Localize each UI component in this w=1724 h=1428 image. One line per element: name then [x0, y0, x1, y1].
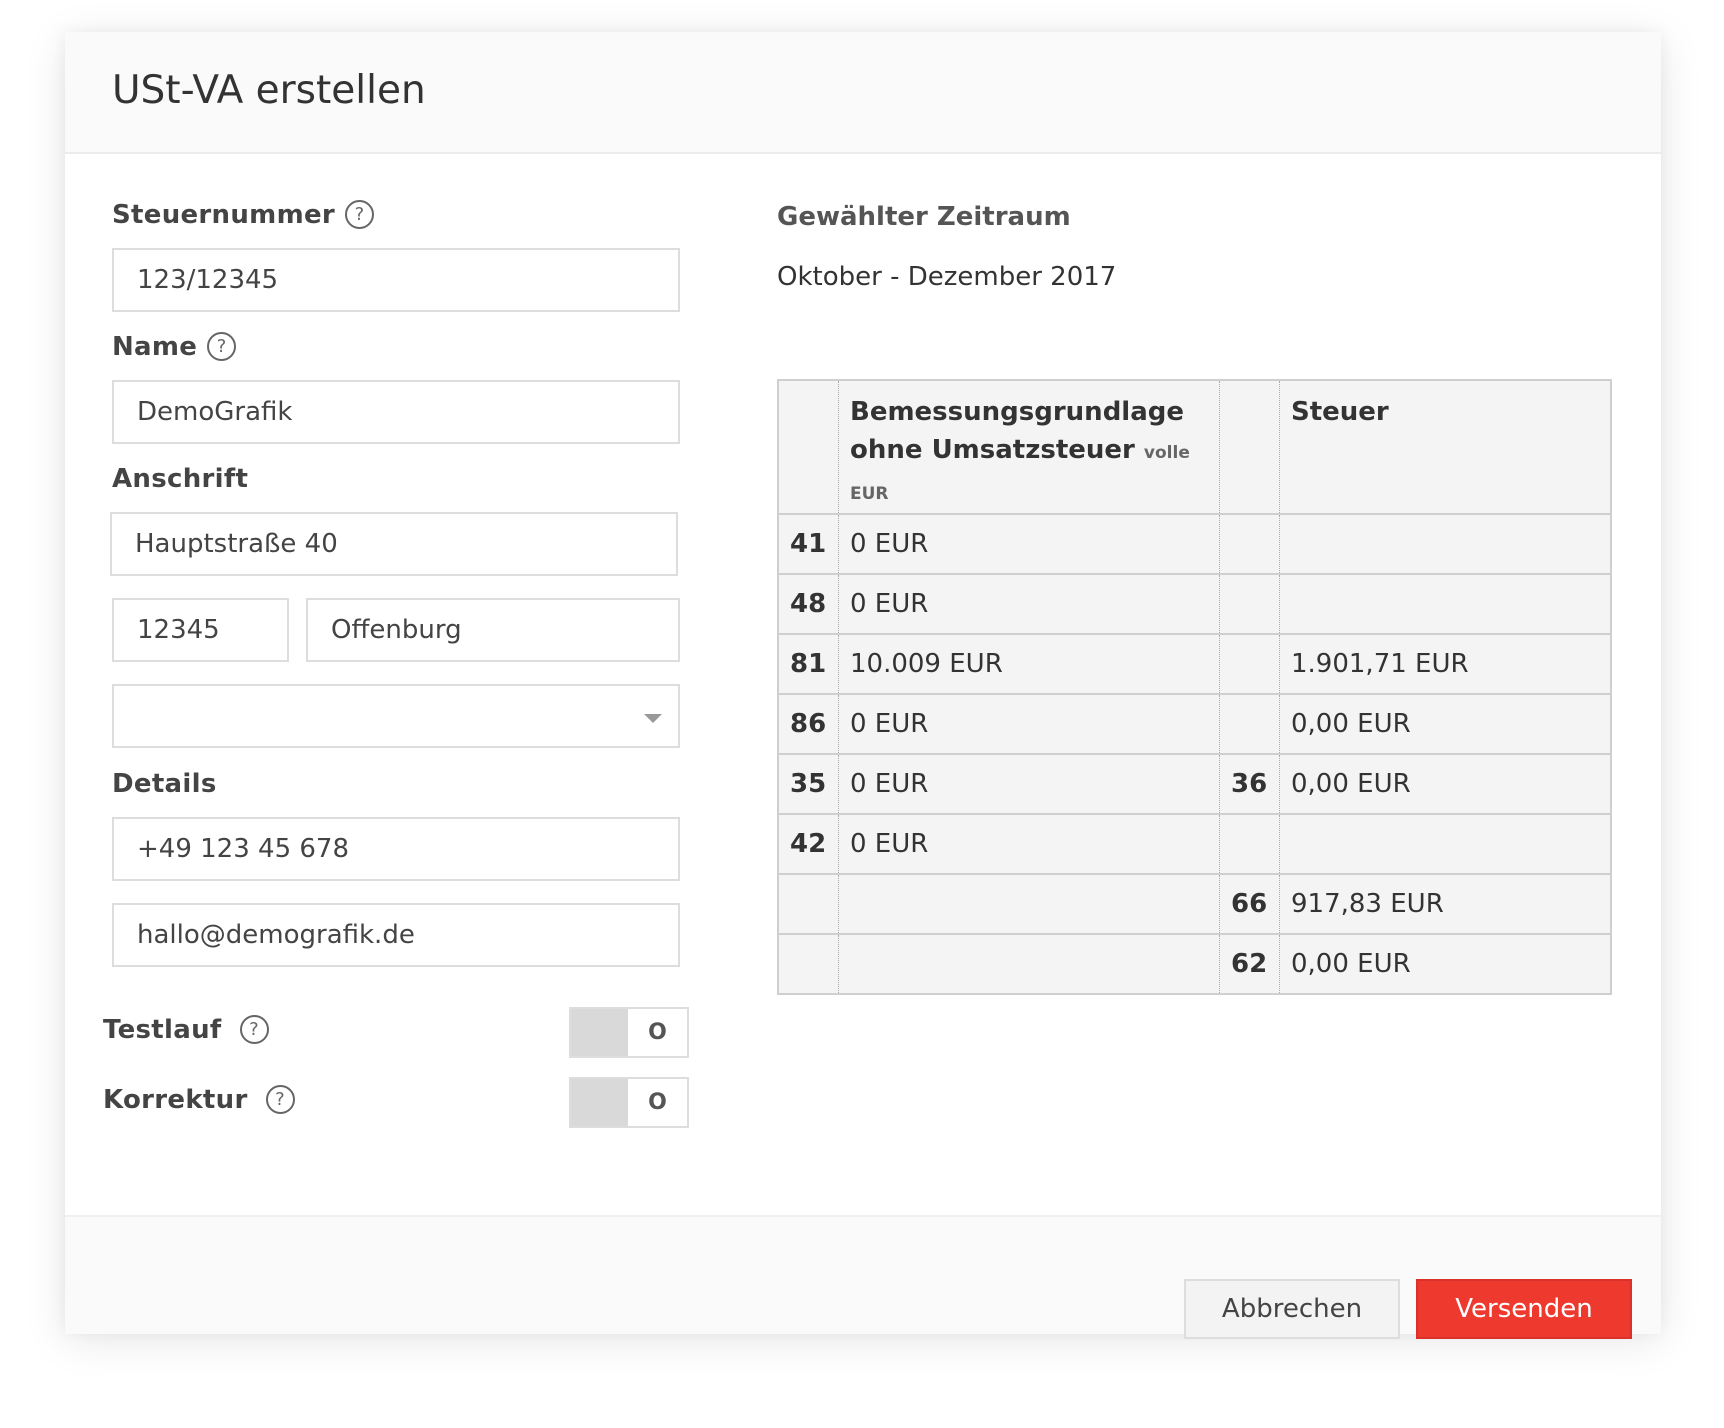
row-code: 42	[778, 813, 839, 874]
row-tax: 1.901,71 EUR	[1279, 633, 1611, 694]
name-label: Name?	[112, 332, 237, 362]
row-tax-code	[1219, 693, 1280, 754]
create-vat-return-dialog: USt-VA erstellen Steuernummer? 123/12345…	[65, 32, 1661, 1339]
row-tax-code: 36	[1219, 753, 1280, 814]
period-value: Oktober - Dezember 2017	[777, 262, 1117, 292]
country-select[interactable]	[112, 684, 680, 748]
help-icon[interactable]: ?	[345, 200, 375, 229]
table-row: 66 917,83 EUR	[778, 873, 1611, 934]
header-code-cell	[778, 379, 839, 514]
header-tax-code-cell	[1219, 379, 1280, 514]
row-code: 86	[778, 693, 839, 754]
row-code: 35	[778, 753, 839, 814]
correction-toggle[interactable]: O	[569, 1077, 689, 1128]
table-row: 42 0 EUR	[778, 813, 1611, 874]
row-code	[778, 933, 839, 994]
table-row: 86 0 EUR 0,00 EUR	[778, 693, 1611, 754]
row-tax-code: 66	[1219, 873, 1280, 934]
row-tax: 0,00 EUR	[1279, 693, 1611, 754]
row-tax-code: 62	[1219, 933, 1280, 994]
row-code: 41	[778, 513, 839, 574]
name-label-text: Name	[112, 332, 198, 362]
table-row: 81 10.009 EUR 1.901,71 EUR	[778, 633, 1611, 694]
row-base	[838, 933, 1220, 994]
header-base-cell: Bemessungsgrundlage ohne Umsatzsteuer vo…	[838, 379, 1220, 514]
row-tax: 917,83 EUR	[1279, 873, 1611, 934]
help-icon[interactable]: ?	[207, 332, 237, 361]
period-label: Gewählter Zeitraum	[777, 202, 1071, 232]
row-base: 0 EUR	[838, 693, 1220, 754]
row-tax-code	[1219, 513, 1280, 574]
tax-summary-table: Bemessungsgrundlage ohne Umsatzsteuer vo…	[777, 379, 1612, 995]
row-code: 81	[778, 633, 839, 694]
row-tax-code	[1219, 813, 1280, 874]
row-base: 0 EUR	[838, 813, 1220, 874]
header-base-line1: Bemessungsgrundlage	[850, 397, 1185, 427]
name-input[interactable]: DemoGrafik	[112, 380, 680, 444]
row-code: 48	[778, 573, 839, 634]
street-input[interactable]: Hauptstraße 40	[110, 512, 678, 576]
toggle-state: O	[648, 1020, 667, 1045]
table-row: 48 0 EUR	[778, 573, 1611, 634]
chevron-down-icon	[644, 714, 662, 723]
row-tax-code	[1219, 573, 1280, 634]
dialog-title: USt-VA erstellen	[112, 68, 426, 113]
dialog-header: USt-VA erstellen	[65, 32, 1661, 154]
test-run-toggle[interactable]: O	[569, 1007, 689, 1058]
row-base: 0 EUR	[838, 753, 1220, 814]
row-base	[838, 873, 1220, 934]
address-label: Anschrift	[112, 464, 249, 494]
test-run-label: Testlauf?	[103, 1015, 269, 1045]
row-tax: 0,00 EUR	[1279, 753, 1611, 814]
correction-label: Korrektur?	[103, 1085, 295, 1115]
table-row: 41 0 EUR	[778, 513, 1611, 574]
row-base: 0 EUR	[838, 573, 1220, 634]
row-tax: 0,00 EUR	[1279, 933, 1611, 994]
help-icon[interactable]: ?	[239, 1015, 269, 1044]
email-input[interactable]: hallo@demografik.de	[112, 903, 680, 967]
header-base-line2: ohne Umsatzsteuer	[850, 435, 1135, 465]
header-tax-cell: Steuer	[1279, 379, 1611, 514]
row-tax-code	[1219, 633, 1280, 694]
tax-number-input[interactable]: 123/12345	[112, 248, 680, 312]
test-run-label-text: Testlauf	[103, 1015, 222, 1045]
help-icon[interactable]: ?	[265, 1085, 295, 1114]
tax-number-label: Steuernummer?	[112, 200, 375, 230]
table-header-row: Bemessungsgrundlage ohne Umsatzsteuer vo…	[778, 379, 1611, 514]
row-code	[778, 873, 839, 934]
row-tax	[1279, 813, 1611, 874]
table-row: 35 0 EUR 36 0,00 EUR	[778, 753, 1611, 814]
table-row: 62 0,00 EUR	[778, 933, 1611, 994]
city-input[interactable]: Offenburg	[306, 598, 680, 662]
toggle-state: O	[648, 1090, 667, 1115]
toggle-knob	[571, 1009, 628, 1056]
details-label: Details	[112, 769, 217, 799]
cancel-button[interactable]: Abbrechen	[1184, 1279, 1400, 1339]
correction-label-text: Korrektur	[103, 1085, 248, 1115]
row-base: 10.009 EUR	[838, 633, 1220, 694]
tax-number-label-text: Steuernummer	[112, 200, 336, 230]
phone-input[interactable]: +49 123 45 678	[112, 817, 680, 881]
zip-input[interactable]: 12345	[112, 598, 289, 662]
send-button[interactable]: Versenden	[1416, 1279, 1632, 1339]
row-tax	[1279, 573, 1611, 634]
dialog-footer: Abbrechen Versenden	[65, 1215, 1661, 1339]
toggle-knob	[571, 1079, 628, 1126]
row-tax	[1279, 513, 1611, 574]
row-base: 0 EUR	[838, 513, 1220, 574]
